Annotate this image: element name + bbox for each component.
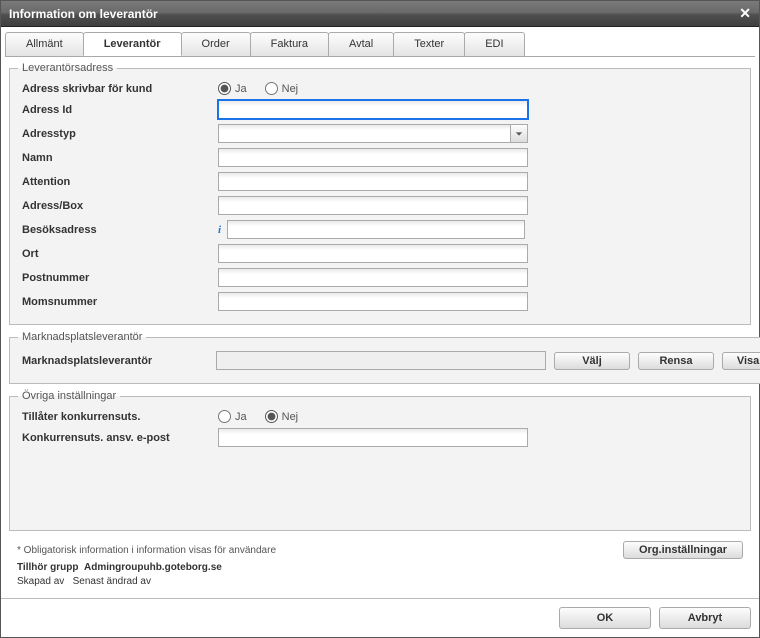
input-namn[interactable] [218, 148, 528, 167]
legend-leverantorsadress: Leverantörsadress [18, 62, 117, 74]
legend-marknadsplats: Marknadsplatsleverantör [18, 331, 146, 343]
button-visa-kort[interactable]: Visa kort [722, 352, 760, 370]
fieldset-leverantorsadress: Leverantörsadress Adress skrivbar för ku… [9, 62, 751, 325]
radio-nej-skrivbar[interactable]: Nej [265, 82, 299, 95]
input-attention[interactable] [218, 172, 528, 191]
dialog-title: Information om leverantör [9, 7, 158, 21]
radio-ja-skrivbar[interactable]: Ja [218, 82, 247, 95]
input-adressbox[interactable] [218, 196, 528, 215]
value-tillhor-grupp: Admingroupuhb.goteborg.se [84, 562, 222, 573]
button-ok[interactable]: OK [559, 607, 651, 629]
select-adresstyp[interactable] [218, 124, 528, 143]
dialog-window: Information om leverantör ✕ Allmänt Leve… [0, 0, 760, 638]
dialog-button-bar: OK Avbryt [1, 598, 759, 637]
tab-faktura[interactable]: Faktura [250, 32, 329, 56]
button-avbryt[interactable]: Avbryt [659, 607, 751, 629]
label-namn: Namn [18, 152, 218, 164]
label-adress-skrivbar: Adress skrivbar för kund [18, 83, 218, 95]
chevron-down-icon[interactable] [510, 125, 527, 142]
label-adresstyp: Adresstyp [18, 128, 218, 140]
label-besoksadress: Besöksadress [18, 224, 218, 236]
label-konk-epost: Konkurrensuts. ansv. e-post [18, 432, 218, 444]
close-icon[interactable]: ✕ [739, 5, 751, 22]
label-adress-id: Adress Id [18, 104, 218, 116]
tab-avtal[interactable]: Avtal [328, 32, 394, 56]
label-momsnummer: Momsnummer [18, 296, 218, 308]
tab-strip: Allmänt Leverantör Order Faktura Avtal T… [5, 32, 755, 57]
input-ort[interactable] [218, 244, 528, 263]
radio-ja-input[interactable] [218, 82, 231, 95]
content-area: Allmänt Leverantör Order Faktura Avtal T… [1, 27, 759, 598]
tab-texter[interactable]: Texter [393, 32, 465, 56]
radio-nej-input[interactable] [265, 82, 278, 95]
select-adresstyp-input[interactable] [218, 124, 528, 143]
input-adress-id[interactable] [218, 100, 528, 119]
button-org-installningar[interactable]: Org.inställningar [623, 541, 743, 559]
titlebar: Information om leverantör ✕ [1, 1, 759, 27]
info-icon[interactable]: i [218, 224, 221, 236]
label-ort: Ort [18, 248, 218, 260]
footer-info: * Obligatorisk information i information… [9, 537, 751, 594]
input-marknadsplats [216, 351, 546, 370]
radio-ja-konkurrens[interactable]: Ja [218, 410, 247, 423]
fieldset-marknadsplats: Marknadsplatsleverantör Marknadsplatslev… [9, 331, 760, 384]
radio-nej-konkurrens[interactable]: Nej [265, 410, 299, 423]
input-postnummer[interactable] [218, 268, 528, 287]
radio-nej-konk-input[interactable] [265, 410, 278, 423]
input-konk-epost[interactable] [218, 428, 528, 447]
label-tillhor-grupp: Tillhör grupp [17, 562, 78, 573]
label-postnummer: Postnummer [18, 272, 218, 284]
tab-leverantor[interactable]: Leverantör [83, 32, 182, 56]
hint-obligatorisk: * Obligatorisk information i information… [17, 545, 276, 556]
label-skapad-av: Skapad av [17, 576, 64, 587]
fieldset-ovriga: Övriga inställningar Tillåter konkurrens… [9, 390, 751, 531]
tab-allmant[interactable]: Allmänt [5, 32, 84, 56]
label-adressbox: Adress/Box [18, 200, 218, 212]
tab-order[interactable]: Order [181, 32, 251, 56]
button-rensa[interactable]: Rensa [638, 352, 714, 370]
button-valj[interactable]: Välj [554, 352, 630, 370]
label-tillater: Tillåter konkurrensuts. [18, 411, 218, 423]
input-besoksadress[interactable] [227, 220, 525, 239]
label-attention: Attention [18, 176, 218, 188]
label-senast-andrad: Senast ändrad av [73, 576, 151, 587]
tab-body: Leverantörsadress Adress skrivbar för ku… [5, 56, 755, 598]
label-marknadsplats: Marknadsplatsleverantör [18, 355, 208, 367]
legend-ovriga: Övriga inställningar [18, 390, 120, 402]
radio-ja-konk-input[interactable] [218, 410, 231, 423]
tab-edi[interactable]: EDI [464, 32, 524, 56]
input-momsnummer[interactable] [218, 292, 528, 311]
